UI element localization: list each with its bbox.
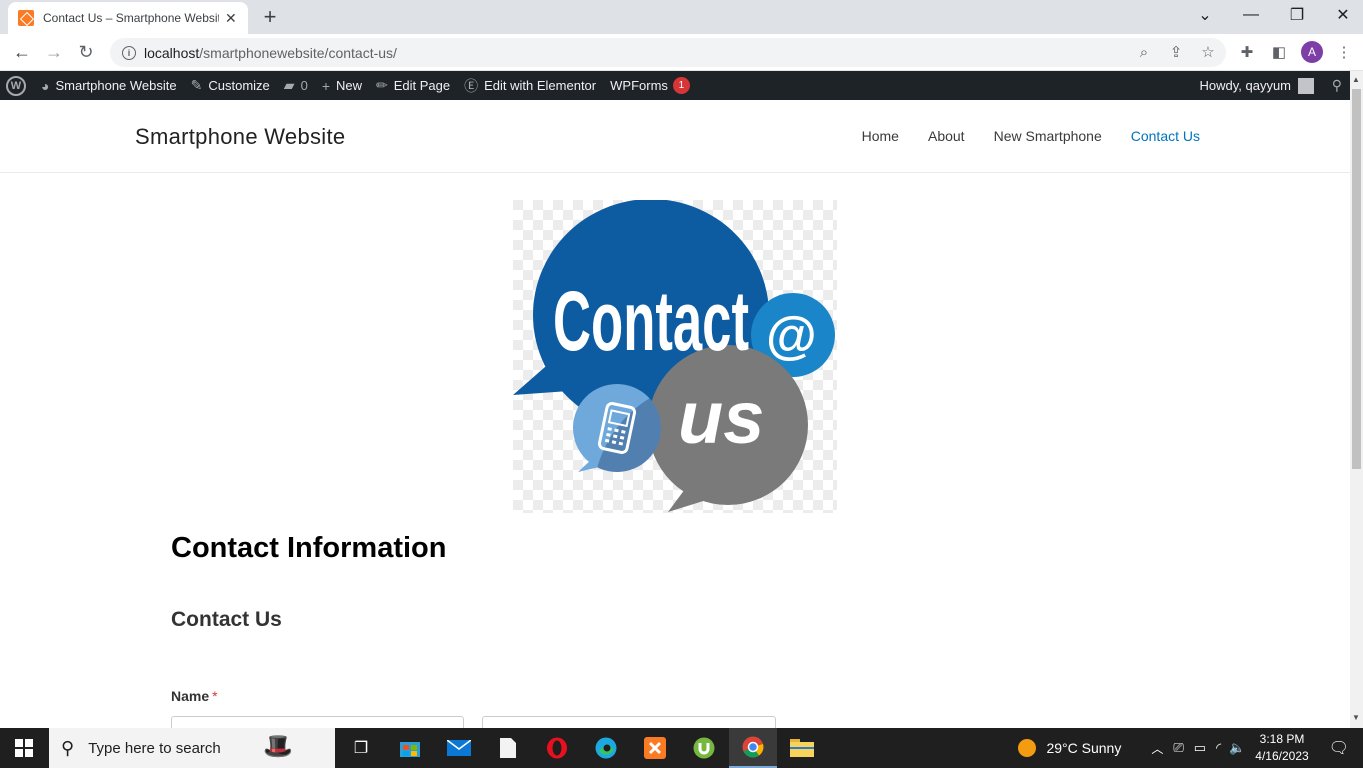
bookmark-star-icon[interactable]: ☆ — [1198, 42, 1218, 62]
show-hidden-icons-chevron-icon[interactable]: ︿ — [1151, 740, 1163, 757]
restore-button[interactable]: ❐ — [1274, 0, 1320, 30]
zoom-icon[interactable]: ⌕ — [1134, 42, 1154, 62]
admin-account[interactable]: Howdy, qayyum — [1199, 71, 1314, 100]
admin-site-name[interactable]: ◕ Smartphone Website — [41, 78, 177, 94]
utorrent-icon[interactable] — [680, 728, 728, 768]
wifi-icon[interactable]: ◜ — [1216, 740, 1221, 756]
paintbrush-icon: ✎ — [190, 77, 203, 93]
nav-item-new-smartphone[interactable]: New Smartphone — [994, 128, 1102, 144]
plus-icon: + — [321, 77, 330, 94]
site-info-icon[interactable]: i — [122, 45, 136, 60]
chrome-browser-icon[interactable] — [729, 728, 777, 768]
contact-us-image: Contact @ us — [513, 200, 837, 513]
side-panel-icon[interactable]: ◧ — [1269, 42, 1289, 62]
volume-icon[interactable]: 🔈 — [1229, 740, 1245, 756]
xampp-icon[interactable] — [631, 728, 679, 768]
scroll-up-arrow-icon[interactable]: ▲ — [1352, 75, 1360, 84]
address-bar[interactable]: i localhost/smartphonewebsite/contact-us… — [110, 38, 1226, 67]
task-view-icon[interactable]: ❐ — [337, 728, 385, 768]
system-tray: 29°C Sunny ︿ ⎚ ▭ ◜ 🔈 3:18 PM 4/16/2023 🗨 — [1018, 728, 1363, 768]
microsoft-store-icon[interactable] — [386, 728, 434, 768]
admin-edit-elementor[interactable]: Ⓔ Edit with Elementor — [464, 76, 596, 96]
search-placeholder: Type here to search — [88, 739, 221, 757]
tab-title: Contact Us – Smartphone Website — [43, 11, 219, 25]
taskbar-search-box[interactable]: ⚲ Type here to search 🎩 — [49, 728, 335, 768]
pencil-icon: ✏ — [376, 77, 388, 93]
site-header: Smartphone Website Home About New Smartp… — [0, 100, 1350, 173]
admin-comments[interactable]: ▰ 0 — [284, 77, 308, 94]
scroll-down-arrow-icon[interactable]: ▼ — [1352, 713, 1360, 722]
form-title: Contact Us — [171, 608, 282, 631]
extensions-puzzle-icon[interactable]: ✚ — [1237, 42, 1257, 62]
comment-bubble-icon: ▰ — [283, 77, 295, 93]
new-tab-button[interactable]: + — [259, 4, 281, 30]
tab-search-chevron-icon[interactable]: ⌄ — [1182, 0, 1228, 30]
sun-weather-icon[interactable] — [1018, 739, 1037, 757]
nav-item-home[interactable]: Home — [862, 128, 899, 144]
clock-date: 4/16/2023 — [1255, 749, 1309, 763]
us-text: us — [678, 376, 764, 459]
windows-taskbar: ⚲ Type here to search 🎩 ❐ 29°C Sunny ︿ ⎚… — [0, 728, 1363, 768]
minimize-button[interactable]: — — [1228, 0, 1274, 30]
search-magnifier-icon: ⚲ — [61, 737, 75, 758]
contact-information-heading: Contact Information — [171, 532, 447, 564]
forward-arrow-icon[interactable]: → — [40, 38, 68, 66]
search-highlight-hat-icon: 🎩 — [263, 733, 293, 760]
tab-close-icon[interactable]: ✕ — [225, 10, 237, 27]
file-icon[interactable] — [484, 728, 532, 768]
elementor-icon: Ⓔ — [464, 77, 479, 94]
howdy-text: Howdy, qayyum — [1199, 78, 1291, 93]
scrollbar-thumb[interactable] — [1352, 89, 1361, 469]
wordpress-logo-icon[interactable]: W — [6, 75, 26, 96]
browser-menu-icon[interactable]: ⋮ — [1334, 42, 1354, 62]
admin-wpforms[interactable]: WPForms 1 — [610, 77, 690, 94]
name-field-label: Name * — [171, 688, 218, 704]
browser-tab-strip: Contact Us – Smartphone Website ✕ + ⌄ — … — [0, 0, 1363, 34]
wpforms-notification-badge: 1 — [672, 77, 690, 94]
admin-new[interactable]: + New — [322, 78, 362, 94]
page-scrollbar[interactable]: ▲ ▼ — [1350, 71, 1363, 728]
contact-text: Contact — [553, 274, 749, 368]
site-title[interactable]: Smartphone Website — [135, 124, 345, 150]
clock[interactable]: 3:18 PM 4/16/2023 — [1255, 731, 1308, 765]
primary-navigation: Home About New Smartphone Contact Us — [833, 128, 1200, 144]
reload-icon[interactable]: ↻ — [72, 38, 100, 66]
edge-browser-icon[interactable] — [582, 728, 630, 768]
meet-now-icon[interactable]: ⎚ — [1173, 740, 1183, 756]
admin-search-icon[interactable]: ⚲ — [1332, 77, 1342, 94]
xampp-favicon-icon — [18, 10, 34, 26]
notifications-icon[interactable]: 🗨 — [1329, 738, 1349, 758]
share-icon[interactable]: ⇪ — [1166, 42, 1186, 62]
start-windows-icon[interactable] — [0, 728, 48, 768]
url-path: /smartphonewebsite/contact-us/ — [199, 44, 397, 61]
at-symbol: @ — [766, 307, 817, 365]
clock-time: 3:18 PM — [1259, 732, 1305, 746]
nav-item-contact-us[interactable]: Contact Us — [1131, 128, 1200, 144]
url-host: localhost — [144, 44, 200, 61]
file-explorer-icon[interactable] — [778, 728, 826, 768]
dashboard-gauge-icon: ◕ — [41, 77, 50, 94]
required-asterisk: * — [212, 688, 218, 704]
back-arrow-icon[interactable]: ← — [8, 38, 36, 66]
user-avatar — [1298, 77, 1314, 94]
admin-edit-page[interactable]: ✏ Edit Page — [376, 77, 450, 94]
mail-icon[interactable] — [435, 728, 483, 768]
close-window-button[interactable]: ✕ — [1320, 0, 1363, 30]
browser-tab-active[interactable]: Contact Us – Smartphone Website ✕ — [8, 2, 248, 34]
battery-icon[interactable]: ▭ — [1194, 740, 1206, 756]
weather-text[interactable]: 29°C Sunny — [1046, 740, 1121, 756]
wp-admin-bar: W ◕ Smartphone Website ✎ Customize ▰ 0 + New… — [0, 71, 1350, 100]
admin-customize[interactable]: ✎ Customize — [191, 77, 270, 94]
opera-browser-icon[interactable] — [533, 728, 581, 768]
nav-item-about[interactable]: About — [928, 128, 965, 144]
profile-avatar[interactable]: A — [1301, 41, 1323, 63]
browser-toolbar: ← → ↻ i localhost/smartphonewebsite/cont… — [0, 34, 1363, 71]
